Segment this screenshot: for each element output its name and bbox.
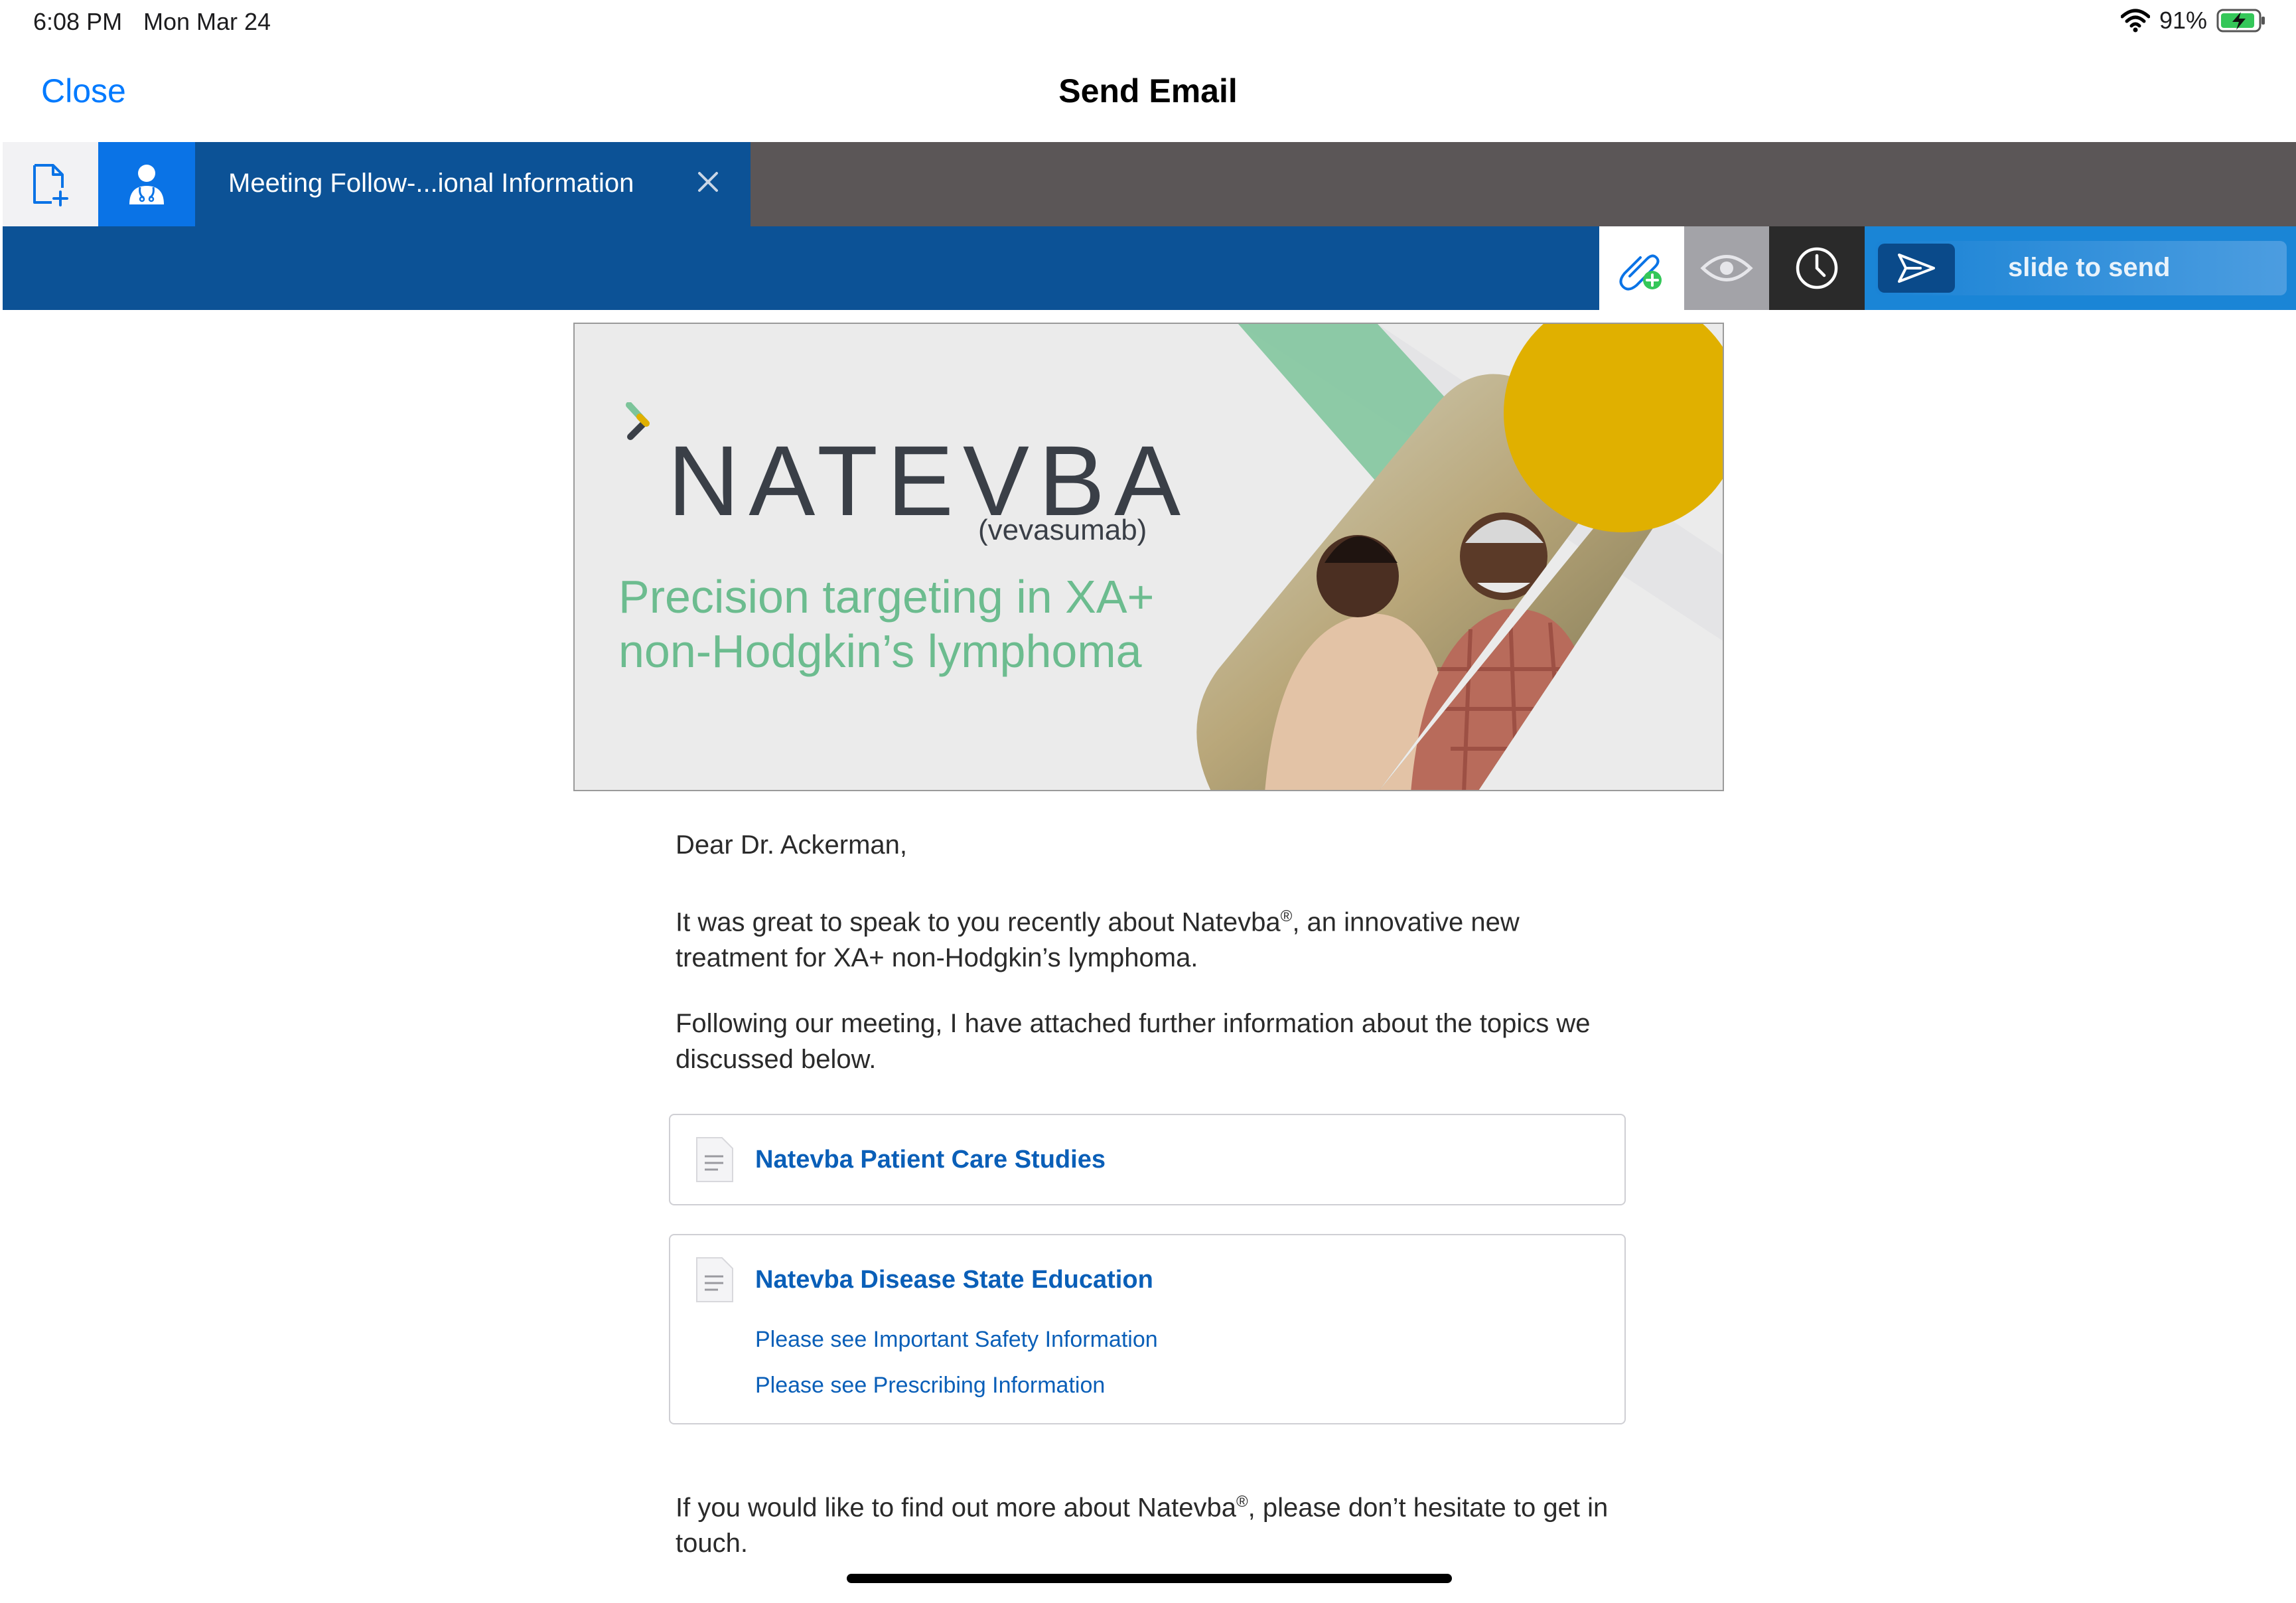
slide-handle[interactable] (1878, 244, 1955, 293)
send-icon (1898, 254, 1935, 283)
status-indicators: 91% (2120, 7, 2267, 35)
attachment-card[interactable]: Natevba Disease State Education Please s… (669, 1234, 1626, 1424)
email-paragraph-3: If you would like to find out more about… (676, 1493, 1609, 1559)
email-greeting: Dear Dr. Ackerman, (676, 830, 908, 860)
brand-generic-name: (vevasumab) (978, 514, 1147, 546)
status-date: Mon Mar 24 (143, 8, 271, 35)
email-toolbar: slide to send (3, 226, 2296, 310)
attachment-add-icon (1619, 254, 1662, 291)
email-paragraph-2: Following our meeting, I have attached f… (676, 1009, 1591, 1074)
brand-chevron-icon (626, 402, 650, 440)
email-paragraph-1: It was great to speak to you recently ab… (676, 907, 1520, 973)
attach-button[interactable] (1599, 226, 1684, 310)
document-icon (696, 1257, 733, 1302)
status-time: 6:08 PM (33, 8, 123, 35)
attachment-title[interactable]: Natevba Disease State Education (755, 1266, 1153, 1294)
new-document-icon (33, 163, 68, 206)
slide-to-send[interactable]: slide to send (1865, 226, 2296, 310)
attachment-card[interactable]: Natevba Patient Care Studies (669, 1114, 1626, 1205)
tagline-line-1: Precision targeting in XA+ (618, 571, 1155, 623)
battery-percent: 91% (2159, 7, 2207, 34)
tab-email-template[interactable]: Meeting Follow-...ional Information (195, 142, 751, 226)
safety-info-link[interactable]: Please see Important Safety Information (755, 1327, 1158, 1353)
document-icon (696, 1137, 733, 1182)
tab-label: Meeting Follow-...ional Information (228, 169, 634, 198)
brand-tagline: Precision targeting in XA+ non-Hodgkin’s… (618, 570, 1216, 678)
schedule-button[interactable] (1769, 226, 1865, 310)
brand-banner: NATEVBA (vevasumab) Precision targeting … (573, 323, 1724, 791)
doctor-icon (129, 164, 164, 204)
hero-photo (1196, 324, 1723, 790)
close-icon (698, 172, 718, 192)
preview-button[interactable] (1684, 226, 1769, 310)
new-document-tab[interactable] (3, 142, 98, 226)
tagline-line-2: non-Hodgkin’s lymphoma (618, 625, 1142, 677)
close-tab-button[interactable] (689, 162, 727, 202)
home-indicator (847, 1574, 1452, 1583)
battery-charging-icon (2216, 9, 2265, 33)
tab-bar: Meeting Follow-...ional Information (3, 142, 2296, 226)
prescribing-info-link[interactable]: Please see Prescribing Information (755, 1373, 1105, 1399)
slide-track: slide to send (1875, 241, 2287, 295)
account-tab[interactable] (98, 142, 195, 226)
nav-bar: Close Send Email (0, 46, 2296, 142)
status-bar: 6:08 PM Mon Mar 24 91% (0, 0, 2296, 46)
page-title: Send Email (1058, 72, 1238, 110)
clock-icon (1796, 247, 1838, 289)
slide-label: slide to send (2008, 253, 2171, 282)
wifi-icon (2120, 9, 2150, 33)
eye-icon (1700, 255, 1753, 281)
attachment-title[interactable]: Natevba Patient Care Studies (755, 1146, 1106, 1174)
